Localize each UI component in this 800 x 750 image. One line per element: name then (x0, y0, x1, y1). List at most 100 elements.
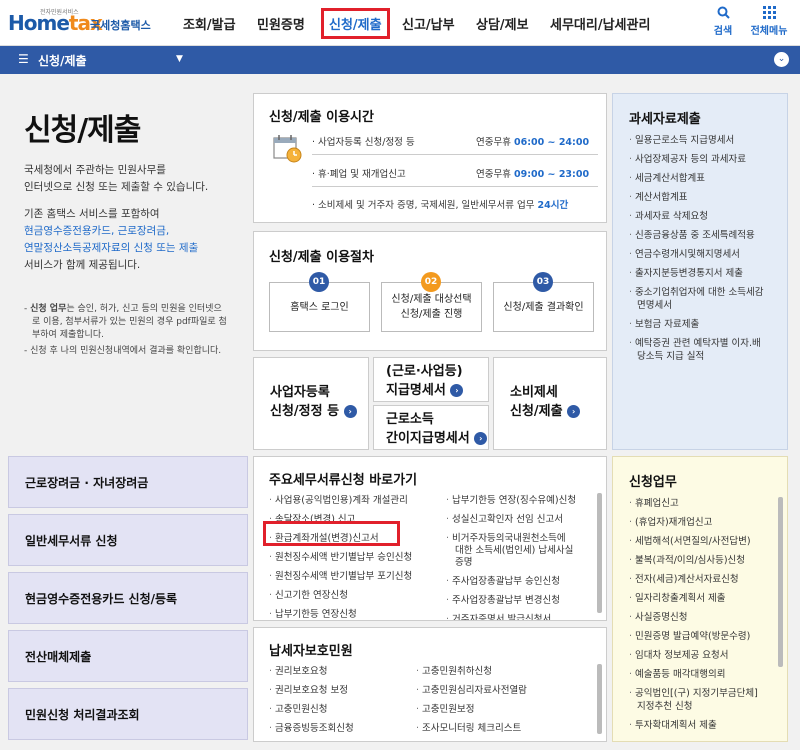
arrow-right-icon: › (450, 384, 464, 397)
hours-title: 신청/제출 이용시간 (269, 110, 374, 125)
protection-link[interactable]: 권리보호요청 보정 (269, 681, 354, 700)
apply-task-link[interactable]: 공익법인[(구) 지정기부금단체] (629, 687, 779, 700)
apply-task-link[interactable]: 전자(세금)계산서자료신청 (629, 573, 779, 586)
intro-line: 현금영수증전용카드, 근로장려금, (24, 225, 170, 237)
shortcut-link[interactable]: 신고기한 연장신청 (269, 586, 412, 605)
apply-task-link[interactable]: 사실증명신청 (629, 611, 779, 624)
nav-item-tax-agent[interactable]: 세무대리/납세관리 (550, 14, 650, 33)
tax-data-link[interactable]: 세금계산서합계표 (629, 172, 779, 185)
arrow-right-icon: › (474, 432, 488, 445)
apply-task-link[interactable]: 임대차 정보제공 요청서 (629, 649, 779, 662)
protection-link[interactable]: 권리보호요청 (269, 662, 354, 681)
business-registration-button[interactable]: 사업자등록 신청/정정 등 › (253, 357, 369, 450)
intro-line: 기존 홈택스 서비스를 포함하여 (24, 208, 160, 220)
shortcut-link[interactable]: 납부기한등 연장신청 (269, 605, 412, 620)
protection-link[interactable]: 고충민원신청 (269, 700, 354, 719)
apply-task-link[interactable]: 예술품등 매각대행의뢰 (629, 668, 779, 681)
intro-text: 국세청에서 주관하는 민원사무를 인터넷으로 신청 또는 제출할 수 있습니다.… (24, 162, 254, 274)
apply-task-link[interactable]: 불복(과적/이의/심사등)신청 (629, 554, 779, 567)
protection-link[interactable]: 조사모니터링 체크리스트 (416, 719, 527, 738)
tax-data-link-cont[interactable]: 면명세서 (629, 299, 779, 312)
shortcut-link[interactable]: 비거주자등의국내원천소득에 (446, 533, 596, 545)
tax-data-link[interactable]: 연금수령개시및해지명세서 (629, 248, 779, 261)
protection-link[interactable]: 금융증빙등조회신청 (269, 719, 354, 738)
search-icon (700, 6, 746, 22)
apply-task-link[interactable]: 세법해석(서면질의/사전답변) (629, 535, 779, 548)
grid-menu-icon (746, 6, 792, 22)
tax-data-link[interactable]: 계산서합계표 (629, 191, 779, 204)
shortcut-link-cont[interactable]: 증명 (446, 557, 596, 569)
calendar-clock-icon (272, 134, 304, 167)
arrow-right-icon: › (343, 405, 357, 418)
hometax-logo[interactable]: 전자민원서비스 Hometax 국세청홈택스 (8, 7, 158, 39)
procedure-title: 신청/제출 이용절차 (269, 250, 374, 265)
apply-task-link[interactable]: 휴폐업신고 (629, 497, 779, 510)
tax-data-link[interactable]: 중소기업취업자에 대한 소득세감 (629, 286, 779, 299)
shortcut-link[interactable]: 원천징수세액 반기별납부 승인신청 (269, 548, 412, 567)
shortcut-link[interactable]: 주사업장총괄납부 변경신청 (446, 591, 596, 610)
all-menu-button[interactable]: 전체메뉴 (746, 6, 792, 37)
earned-income-credit-button[interactable]: 근로장려금 · 자녀장려금 (8, 456, 248, 508)
shortcut-link[interactable]: 사업용(공익법인용)계좌 개설관리 (269, 491, 412, 510)
scrollbar[interactable] (597, 664, 602, 734)
apply-task-link[interactable]: (휴업자)재개업신고 (629, 516, 779, 529)
tax-data-link[interactable]: 출자지분등변경통지서 제출 (629, 267, 779, 280)
shortcuts-title: 주요세무서류신청 바로가기 (269, 473, 418, 488)
nav-item-certificate[interactable]: 민원증명 (257, 14, 305, 33)
apply-task-link[interactable]: 일자리창출계획서 제출 (629, 592, 779, 605)
hours-box: 신청/제출 이용시간 · 사업자등록 신청/정정 등 연중무휴 06:00 ~ … (253, 93, 607, 223)
apply-task-link[interactable]: 민원증명 발급예약(방문수령) (629, 630, 779, 643)
protection-link[interactable]: 고충민원취하신청 (416, 662, 527, 681)
logo-text: 국세청홈택스 (90, 19, 151, 32)
search-button[interactable]: 검색 (700, 6, 746, 37)
tax-data-list: 일용근로소득 지급명세서 사업장제공자 등의 과세자료 세금계산서합계표 계산서… (629, 134, 779, 363)
protection-col1: 권리보호요청 권리보호요청 보정 고충민원신청 금융증빙등조회신청 (269, 662, 354, 738)
all-menu-label: 전체메뉴 (750, 26, 788, 37)
nav-item-apply-submit[interactable]: 신청/제출 (321, 8, 390, 39)
scrollbar[interactable] (778, 497, 783, 667)
expand-chevron-icon[interactable]: ⌄ (774, 52, 789, 67)
payment-statement-button[interactable]: (근로·사업등) 지급명세서 › (373, 357, 489, 402)
shortcut-link[interactable]: 거주자증명서 발급신청서 (446, 610, 596, 620)
protection-link[interactable]: 고충민원심리자료사전열람 (416, 681, 527, 700)
taxpayer-protection-box: 납세자보호민원 권리보호요청 권리보호요청 보정 고충민원신청 금융증빙등조회신… (253, 627, 607, 742)
protection-link[interactable]: 고충민원보정 (416, 700, 527, 719)
shortcut-link[interactable]: 주사업장총괄납부 승인신청 (446, 572, 596, 591)
tax-data-link[interactable]: 예탁증권 관련 예탁자별 이자.배 (629, 337, 779, 350)
tax-data-link[interactable]: 보험금 자료제출 (629, 318, 779, 331)
tax-data-link-cont[interactable]: 당소득 지급 실적 (629, 350, 779, 363)
apply-task-link[interactable]: 투자확대계획서 제출 (629, 719, 779, 732)
top-nav: 전자민원서비스 Hometax 국세청홈택스 조회/발급 민원증명 신청/제출 … (0, 0, 800, 46)
shortcut-link[interactable]: 납부기한등 연장(징수유예)신청 (446, 491, 596, 510)
apply-task-link-cont[interactable]: 지정추천 신청 (629, 700, 779, 713)
general-tax-docs-button[interactable]: 일반세무서류 신청 (8, 514, 248, 566)
consumption-tax-button[interactable]: 소비제세 신청/제출 › (493, 357, 607, 450)
shortcut-link-cont[interactable]: 대한 소득세(법인세) 납세사실 (446, 545, 596, 557)
tax-data-panel: 과세자료제출 일용근로소득 지급명세서 사업장제공자 등의 과세자료 세금계산서… (612, 93, 788, 450)
logo-mark: Hometax (8, 11, 103, 35)
section-dropdown-label[interactable]: 신청/제출 (38, 52, 87, 69)
hours-time: 06:00 ~ 24:00 (514, 137, 590, 148)
dropdown-caret-icon[interactable]: ▼ (176, 54, 183, 64)
hours-time: 24시간 (537, 200, 569, 211)
result-inquiry-button[interactable]: 민원신청 처리결과조회 (8, 688, 248, 740)
scrollbar[interactable] (597, 493, 602, 613)
intro-notes: - 신청 업무는 승인, 허가, 신고 등의 민원을 인터넷으 로 이용, 첨부… (24, 304, 227, 356)
tax-data-link[interactable]: 일용근로소득 지급명세서 (629, 134, 779, 147)
tax-data-link[interactable]: 과세자료 삭제요청 (629, 210, 779, 223)
nav-item-inquiry[interactable]: 조회/발급 (183, 14, 236, 33)
electronic-media-submit-button[interactable]: 전산매체제출 (8, 630, 248, 682)
tax-data-link[interactable]: 신종금융상품 중 조세특례적용 (629, 229, 779, 242)
hours-row-3: · 소비제세 및 거주자 증명, 국제세원, 일반세무서류 업무 24시간 (312, 200, 569, 211)
shortcut-link[interactable]: 원천징수세액 반기별납부 포기신청 (269, 567, 412, 586)
simple-statement-button[interactable]: 근로소득 간이지급명세서 › (373, 405, 489, 450)
protection-title: 납세자보호민원 (269, 644, 353, 659)
shortcut-link[interactable]: 성실신고확인자 선임 신고서 (446, 510, 596, 529)
hamburger-icon[interactable]: ☰ (18, 52, 29, 66)
nav-item-report-pay[interactable]: 신고/납부 (402, 14, 455, 33)
nav-item-consult[interactable]: 상담/제보 (476, 14, 529, 33)
page-title: 신청/제출 (24, 113, 141, 148)
divider (312, 186, 598, 187)
tax-data-link[interactable]: 사업장제공자 등의 과세자료 (629, 153, 779, 166)
cash-receipt-card-button[interactable]: 현금영수증전용카드 신청/등록 (8, 572, 248, 624)
